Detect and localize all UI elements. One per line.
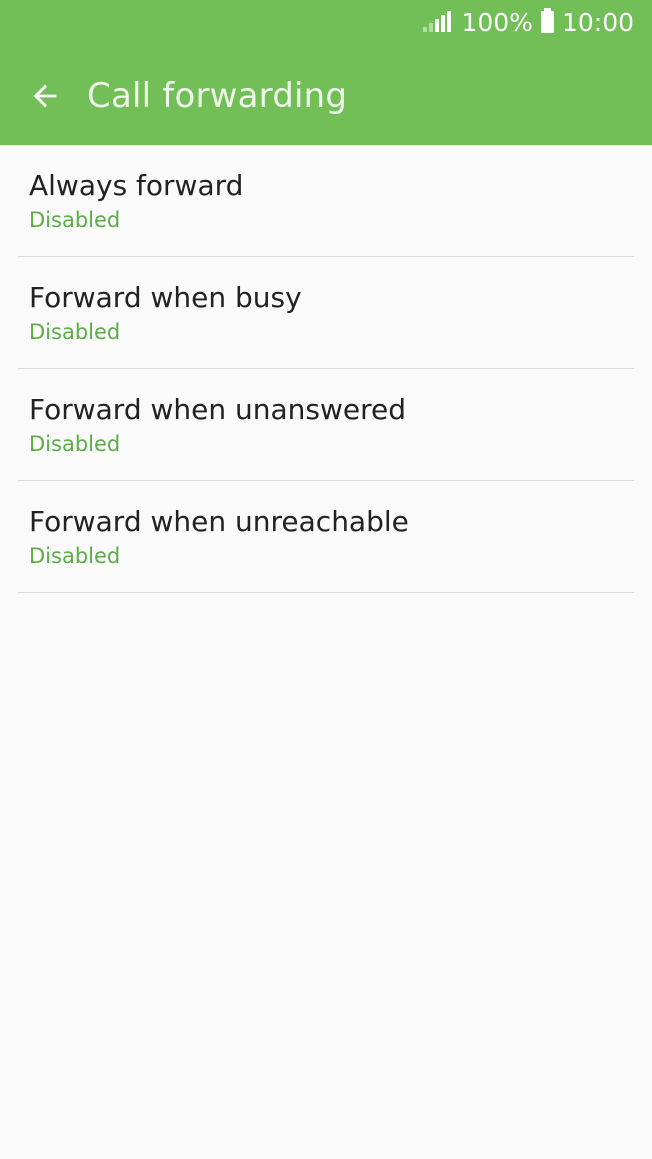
setting-status: Disabled bbox=[29, 208, 121, 232]
setting-status: Disabled bbox=[29, 320, 121, 344]
settings-list: Always forward Disabled Forward when bus… bbox=[0, 145, 652, 593]
setting-forward-when-unanswered[interactable]: Forward when unanswered Disabled bbox=[18, 369, 634, 481]
battery-percent: 100% bbox=[461, 7, 533, 37]
battery-icon bbox=[540, 8, 554, 33]
app-header: 100% 10:00 Call forwarding bbox=[0, 0, 652, 145]
status-time: 10:00 bbox=[561, 7, 634, 37]
setting-title: Forward when busy bbox=[29, 281, 302, 314]
setting-forward-when-unreachable[interactable]: Forward when unreachable Disabled bbox=[18, 481, 634, 593]
setting-title: Always forward bbox=[29, 169, 244, 202]
setting-status: Disabled bbox=[29, 544, 121, 568]
signal-icon bbox=[423, 11, 452, 32]
setting-forward-when-busy[interactable]: Forward when busy Disabled bbox=[18, 257, 634, 369]
setting-title: Forward when unreachable bbox=[29, 505, 409, 538]
toolbar: Call forwarding bbox=[0, 68, 652, 124]
setting-status: Disabled bbox=[29, 432, 121, 456]
page-title: Call forwarding bbox=[87, 76, 348, 116]
setting-title: Forward when unanswered bbox=[29, 393, 407, 426]
status-bar: 100% 10:00 bbox=[0, 0, 652, 44]
back-button[interactable] bbox=[25, 76, 65, 116]
setting-always-forward[interactable]: Always forward Disabled bbox=[18, 145, 634, 257]
arrow-left-icon bbox=[33, 84, 57, 108]
